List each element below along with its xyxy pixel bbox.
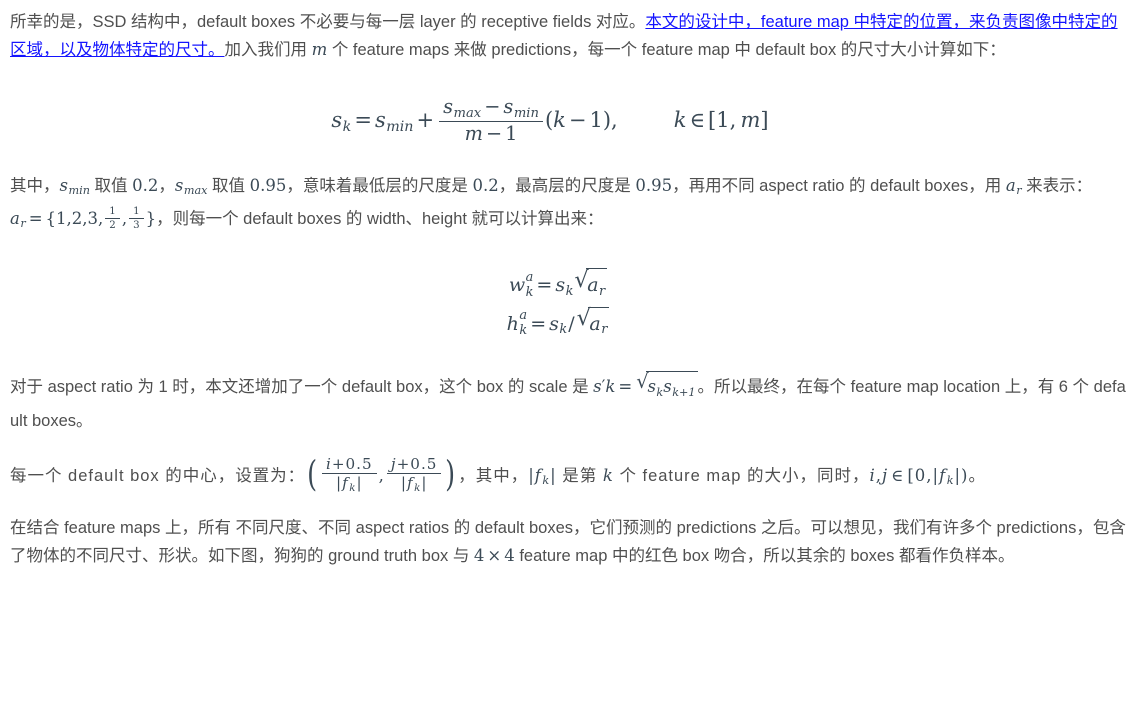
p4-segment-1: 每一个 default box 的中心，设置为： xyxy=(10,466,306,485)
eq2-sqrt-width: √ ar xyxy=(574,268,608,307)
math-inline-fk: |fk| xyxy=(528,465,557,487)
eq1-fraction: smax − smin m −1 xyxy=(439,95,543,145)
paragraph-5: 在结合 feature maps 上，所有 不同尺度、不同 aspect rat… xyxy=(0,514,1140,570)
p2-segment-4: 取值 xyxy=(207,176,250,195)
p2-segment-9: ，则每一个 default boxes 的 width、height 就可以计算… xyxy=(156,210,604,229)
sqrt-sk-skplus1: √ sksk+1 xyxy=(636,371,698,406)
p2-segment-7: ，再用不同 aspect ratio 的 default boxes，用 xyxy=(672,176,1006,195)
p1-segment-1: 所幸的是，SSD 结构中，default boxes 不必要与每一层 layer… xyxy=(10,13,646,31)
p2-segment-3: ， xyxy=(158,176,175,195)
math-inline-s-prime: s′k = √ sksk+1 xyxy=(593,371,698,399)
p4-segment-3: 是第 xyxy=(556,466,603,485)
p2-segment-6: ，最高层的尺度是 xyxy=(498,176,636,195)
value-smax: 0.95 xyxy=(249,175,287,195)
document-page: 所幸的是，SSD 结构中，default boxes 不必要与每一层 layer… xyxy=(0,0,1140,570)
equation-width-height-formula: w a k = sk √ ar h a k = sk/√ ar xyxy=(0,268,1140,345)
paragraph-3: 对于 aspect ratio 为 1 时，本文还增加了一个 default b… xyxy=(0,371,1140,434)
p1-segment-3: 个 feature maps 来做 predictions，每一个 featur… xyxy=(327,41,1006,59)
p2-segment-8: 来表示： xyxy=(1021,176,1093,195)
p4-segment-2: ，其中， xyxy=(458,466,529,485)
p2-segment-1: 其中， xyxy=(10,176,60,195)
paragraph-2: 其中，smin 取值 0.2，smax 取值 0.95，意味着最低层的尺度是 0… xyxy=(0,172,1140,238)
p2-segment-5: ，意味着最低层的尺度是 xyxy=(286,176,473,195)
eq2-sqrt-height: √ ar xyxy=(577,306,610,346)
math-inline-ar: ar xyxy=(1005,175,1022,198)
paragraph-4: 每一个 default box 的中心，设置为：(i+0.5 |fk|, j+0.5… xyxy=(0,454,1140,496)
value-lowest-scale: 0.2 xyxy=(472,175,499,195)
p2-segment-2: 取值 xyxy=(89,176,133,195)
eq1-condition: k ∈ [1, m] xyxy=(673,108,769,132)
p3-segment-1: 对于 aspect ratio 为 1 时，本文还增加了一个 default b… xyxy=(10,378,594,397)
value-highest-scale: 0.95 xyxy=(635,175,673,195)
math-inline-ij-range: i,j ∈ [0,|fk|) xyxy=(869,465,969,487)
math-inline-4x4: 4 × 4 xyxy=(473,545,515,565)
math-inline-smin: smin xyxy=(59,175,90,198)
paragraph-1: 所幸的是，SSD 结构中，default boxes 不必要与每一层 layer… xyxy=(0,8,1140,64)
math-inline-k: k xyxy=(602,465,614,485)
math-inline-m: m xyxy=(311,40,328,59)
eq1-smin: smin xyxy=(374,108,414,135)
math-inline-box-center: (i+0.5 |fk|, j+0.5 |fk|) xyxy=(307,454,457,496)
eq1-lhs: sk xyxy=(331,108,352,135)
math-inline-ar-set: ar = {1,2,3, 1 2, 1 3} xyxy=(10,206,157,232)
p1-segment-2: 加入我们用 xyxy=(224,41,312,59)
p4-segment-4: 个 feature map 的大小，同时， xyxy=(613,466,870,485)
math-inline-smax: smax xyxy=(174,175,208,198)
eq2-line-width: w a k = sk √ ar xyxy=(0,268,1140,307)
p5-segment-2: feature map 中的红色 box 吻合，所以其余的 boxes 都看作负… xyxy=(514,546,1015,565)
equation-scale-formula: sk = smin + smax − smin m −1 (k −1), k ∈ [1, m] xyxy=(0,95,1140,146)
eq1-equals: = xyxy=(354,108,372,132)
p4-segment-5: 。 xyxy=(968,466,986,485)
eq1-tail: (k −1), xyxy=(544,108,618,132)
value-smin: 0.2 xyxy=(132,175,159,195)
eq1-plus: + xyxy=(416,108,435,132)
eq2-line-height: h a k = sk/√ ar xyxy=(0,306,1140,346)
